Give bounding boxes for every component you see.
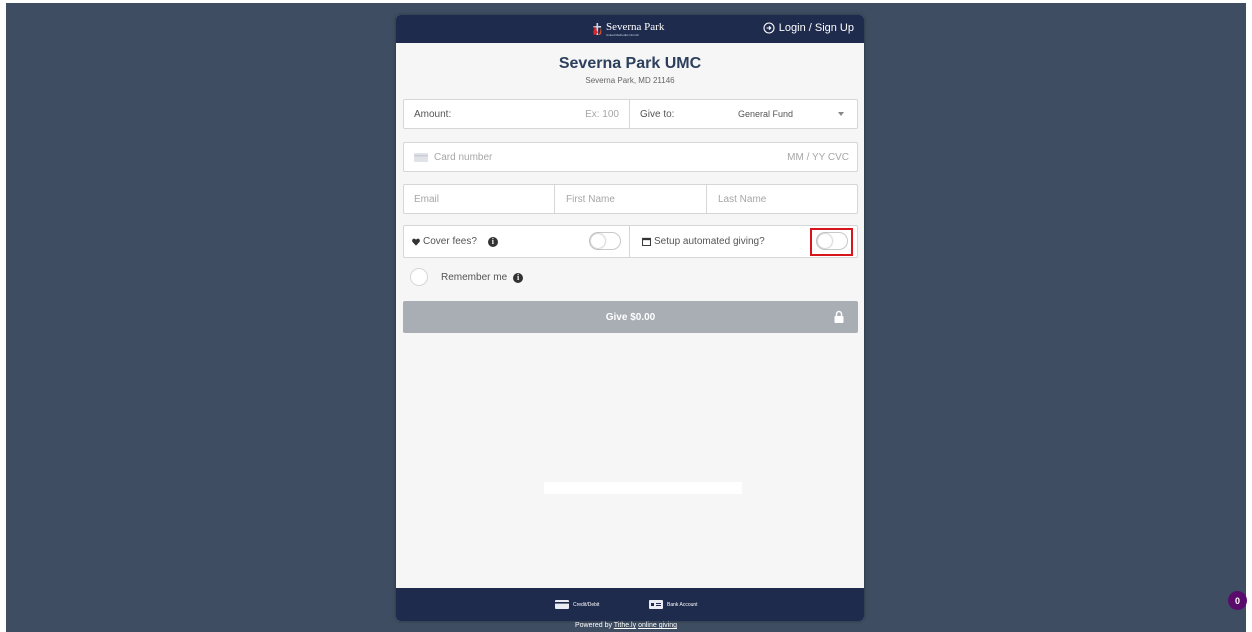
credit-debit-tab[interactable]: Credit/Debit xyxy=(555,600,599,609)
amount-input[interactable]: Ex: 100 xyxy=(534,100,619,128)
logo-name: Severna Park xyxy=(606,20,665,33)
church-logo: Severna Park United Methodist Church xyxy=(592,19,664,39)
fund-select[interactable]: General Fund xyxy=(700,100,850,128)
login-label: Login / Sign Up xyxy=(778,22,854,34)
credit-debit-label: Credit/Debit xyxy=(573,601,600,608)
flame-cross-icon xyxy=(593,23,602,35)
toggle-knob xyxy=(818,234,832,248)
lock-icon xyxy=(834,310,844,323)
online-giving-link[interactable]: online giving xyxy=(638,622,677,629)
card-expiry-cvc-input[interactable]: MM / YY CVC xyxy=(704,143,849,171)
remember-me-option: Remember me i xyxy=(441,272,524,283)
giving-modal: Severna Park United Methodist Church Log… xyxy=(396,15,864,621)
info-icon[interactable]: i xyxy=(487,236,498,247)
login-signup-link[interactable]: Login / Sign Up xyxy=(763,22,854,34)
credit-card-icon xyxy=(555,600,569,609)
give-button[interactable]: Give $0.00 xyxy=(403,301,858,333)
cover-fees-toggle[interactable] xyxy=(589,232,621,250)
remember-me-label: Remember me xyxy=(441,272,508,283)
first-name-field[interactable]: First Name xyxy=(566,185,706,213)
header-bar: Severna Park United Methodist Church Log… xyxy=(396,15,864,43)
remember-me-checkbox[interactable] xyxy=(410,268,428,286)
tithely-link[interactable]: Tithe.ly xyxy=(614,622,636,629)
field-divider xyxy=(629,226,630,257)
logo-subtitle: United Methodist Church xyxy=(606,32,640,37)
amount-label: Amount: xyxy=(414,108,452,120)
organization-name: Severna Park UMC xyxy=(558,55,702,72)
sign-in-icon xyxy=(763,22,775,34)
email-field[interactable]: Email xyxy=(414,185,554,213)
fund-select-value: General Fund xyxy=(738,109,794,119)
organization-location: Severna Park, MD 21146 xyxy=(585,76,675,85)
chevron-down-icon xyxy=(838,112,844,116)
card-number-input[interactable]: Card number xyxy=(434,143,634,171)
field-divider xyxy=(706,185,707,213)
cover-fees-option: Cover fees? i xyxy=(412,226,572,257)
bank-account-label: Bank Account xyxy=(667,601,698,608)
field-divider xyxy=(554,185,555,213)
give-to-label: Give to: xyxy=(640,108,675,120)
credit-card-icon xyxy=(414,153,428,162)
powered-by-text: Powered by Tithe.ly online giving xyxy=(0,622,1252,629)
bank-account-tab[interactable]: Bank Account xyxy=(649,600,698,609)
heart-icon xyxy=(412,238,420,246)
card-row: Card number MM / YY CVC xyxy=(403,142,858,172)
amount-fund-row: Amount: Ex: 100 Give to: General Fund xyxy=(403,99,858,129)
give-button-label: Give $0.00 xyxy=(605,311,656,323)
cover-fees-label: Cover fees? xyxy=(423,236,477,247)
loading-placeholder xyxy=(544,482,742,494)
payment-method-bar: Credit/Debit Bank Account xyxy=(396,588,864,621)
notification-badge[interactable]: 0 xyxy=(1228,591,1247,610)
options-row: Cover fees? i Setup automated giving? xyxy=(403,225,858,258)
powered-by-prefix: Powered by xyxy=(575,622,614,629)
toggle-knob xyxy=(591,234,605,248)
automated-giving-label: Setup automated giving? xyxy=(654,236,765,247)
info-icon[interactable]: i xyxy=(513,272,524,283)
organization-info: Severna Park UMC Severna Park, MD 21146 xyxy=(396,55,864,85)
last-name-field[interactable]: Last Name xyxy=(718,185,853,213)
bank-check-icon xyxy=(649,600,663,609)
field-divider xyxy=(629,100,630,128)
automated-giving-toggle[interactable] xyxy=(816,232,848,250)
automated-giving-option: Setup automated giving? xyxy=(642,226,812,257)
contact-row: Email First Name Last Name xyxy=(403,184,858,214)
calendar-icon xyxy=(642,237,651,246)
